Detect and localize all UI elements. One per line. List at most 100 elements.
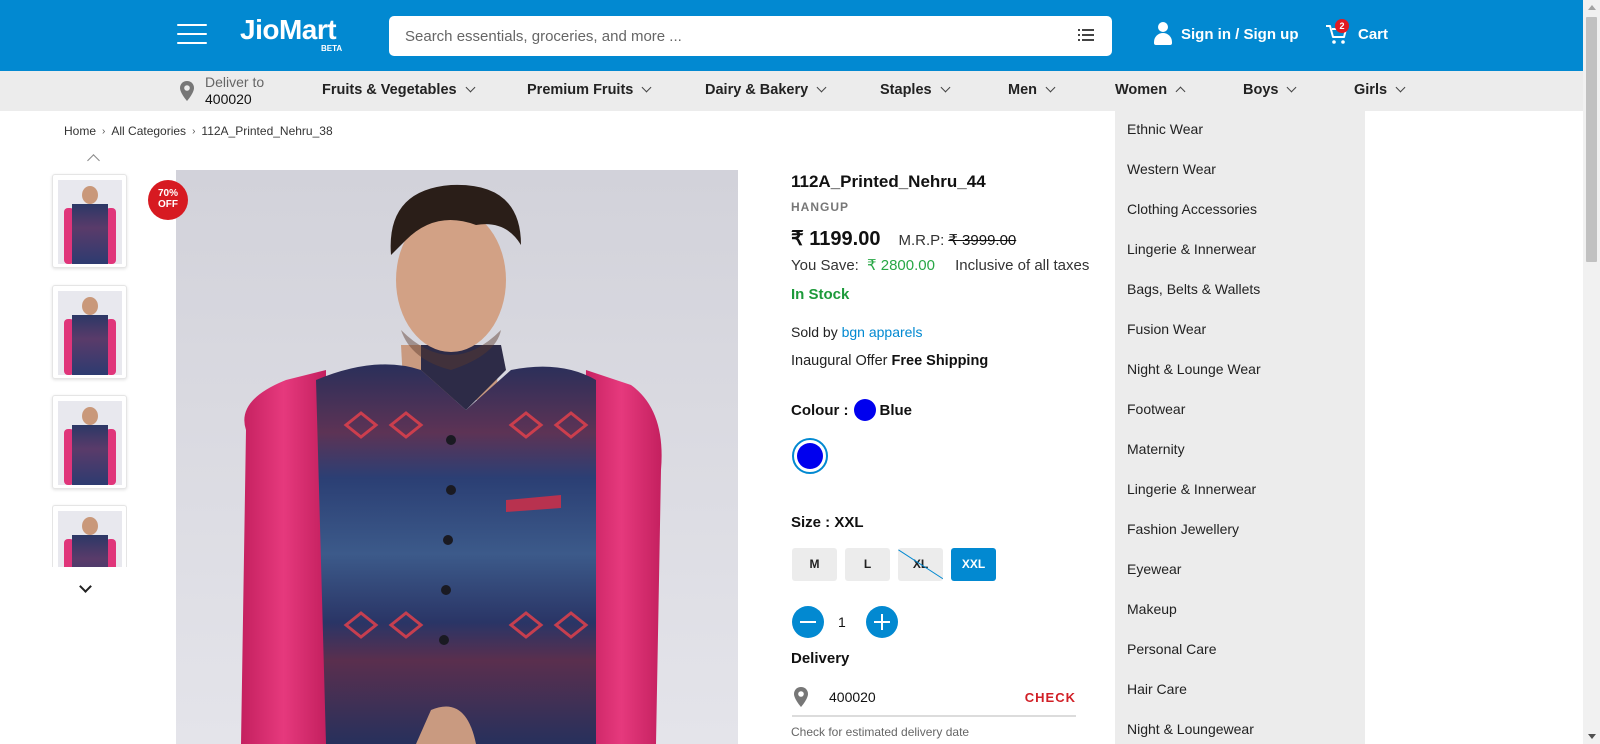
thumbnail-4[interactable] <box>52 505 127 567</box>
discount-badge: 70% OFF <box>148 180 188 220</box>
size-button-xxl[interactable]: XXL <box>951 548 996 581</box>
check-button[interactable]: CHECK <box>1025 690 1076 705</box>
scrollbar-thumb[interactable] <box>1586 17 1597 262</box>
women-menu-item[interactable]: Bags, Belts & Wallets <box>1127 281 1260 297</box>
size-label: Size : XXL <box>791 514 864 531</box>
logo-beta-tag: BETA <box>321 44 343 53</box>
delivery-label: Delivery <box>791 650 850 667</box>
thumbnail-1[interactable] <box>52 174 127 268</box>
thumbnails-up-chevron-icon[interactable] <box>87 154 100 167</box>
category-navbar: Deliver to 400020 Fruits & Vegetables Pr… <box>0 71 1583 111</box>
breadcrumb-all-categories[interactable]: All Categories <box>111 124 186 138</box>
chevron-down-icon <box>1395 82 1406 93</box>
chevron-down-icon <box>641 82 652 93</box>
delivery-pincode-input[interactable] <box>829 686 1009 708</box>
thumbnail-2[interactable] <box>52 285 127 379</box>
mrp-label: M.R.P: <box>898 232 945 249</box>
women-menu-item[interactable]: Makeup <box>1127 601 1177 617</box>
women-menu-item[interactable]: Night & Loungewear <box>1127 721 1254 737</box>
size-button-l[interactable]: L <box>845 548 890 581</box>
nav-staples[interactable]: Staples <box>880 82 951 98</box>
women-dropdown-menu: Ethnic Wear Western Wear Clothing Access… <box>1115 111 1365 744</box>
quantity-value: 1 <box>838 614 846 630</box>
colour-row: Colour : Blue <box>791 399 912 421</box>
offer-row: Inaugural Offer Free Shipping <box>791 353 988 369</box>
sold-by-label: Sold by <box>791 324 838 340</box>
women-menu-item[interactable]: Fusion Wear <box>1127 321 1206 337</box>
user-icon <box>1153 22 1173 46</box>
stock-status: In Stock <box>791 286 850 303</box>
women-menu-item[interactable]: Footwear <box>1127 401 1185 417</box>
offer-label: Inaugural Offer <box>791 353 888 369</box>
women-menu-item[interactable]: Hair Care <box>1127 681 1187 697</box>
nav-fruits-vegetables[interactable]: Fruits & Vegetables <box>322 82 476 98</box>
women-menu-item[interactable]: Fashion Jewellery <box>1127 521 1239 537</box>
deliver-pincode: 400020 <box>205 91 252 107</box>
seller-link[interactable]: bgn apparels <box>842 324 923 340</box>
breadcrumb-separator-icon: › <box>102 125 106 137</box>
chevron-down-icon <box>1045 82 1056 93</box>
savings-row: You Save: ₹ 2800.00 Inclusive of all tax… <box>791 256 1089 274</box>
scroll-up-arrow-icon[interactable] <box>1588 5 1596 10</box>
size-button-m[interactable]: M <box>792 548 837 581</box>
women-menu-item[interactable]: Clothing Accessories <box>1127 201 1257 217</box>
thumbnails-down-chevron-icon[interactable] <box>79 580 92 593</box>
price-row: ₹ 1199.00 M.R.P: ₹ 3999.00 <box>791 226 1016 251</box>
chevron-down-icon <box>940 82 951 93</box>
thumbnail-image <box>58 180 122 264</box>
breadcrumb: Home › All Categories › 112A_Printed_Neh… <box>64 124 333 138</box>
colour-label: Colour : <box>791 401 849 419</box>
women-menu-item[interactable]: Eyewear <box>1127 561 1181 577</box>
savings-amount: ₹ 2800.00 <box>867 257 935 274</box>
women-menu-item[interactable]: Maternity <box>1127 441 1185 457</box>
nav-men[interactable]: Men <box>1008 82 1056 98</box>
size-button-xl[interactable]: XL <box>898 548 943 581</box>
cart-count-badge: 2 <box>1335 19 1349 33</box>
nav-girls[interactable]: Girls <box>1354 82 1406 98</box>
scroll-down-arrow-icon[interactable] <box>1588 734 1596 739</box>
list-icon[interactable] <box>1078 29 1094 43</box>
page-scrollbar[interactable] <box>1583 0 1600 744</box>
women-menu-item[interactable]: Night & Lounge Wear <box>1127 361 1261 377</box>
main-product-image[interactable] <box>176 170 738 744</box>
chevron-down-icon <box>465 82 476 93</box>
offer-text: Free Shipping <box>891 353 989 369</box>
chevron-down-icon <box>1287 82 1297 93</box>
colour-name: Blue <box>879 401 913 419</box>
chevron-down-icon <box>816 82 827 93</box>
location-pin-icon <box>180 81 194 101</box>
sold-by: Sold by bgn apparels <box>791 324 923 340</box>
breadcrumb-separator-icon: › <box>192 125 196 137</box>
chevron-up-icon <box>1175 86 1186 97</box>
search-bar <box>389 16 1112 56</box>
nav-premium-fruits[interactable]: Premium Fruits <box>527 82 652 98</box>
women-menu-item[interactable]: Personal Care <box>1127 641 1217 657</box>
nav-dairy-bakery[interactable]: Dairy & Bakery <box>705 82 827 98</box>
hamburger-menu-icon[interactable] <box>177 24 207 46</box>
breadcrumb-home[interactable]: Home <box>64 124 96 138</box>
mrp-price: ₹ 3999.00 <box>948 232 1017 249</box>
nav-boys[interactable]: Boys <box>1243 82 1297 98</box>
thumbnail-image <box>58 291 122 375</box>
quantity-decrease-button[interactable] <box>792 606 824 638</box>
thumbnail-image <box>58 401 122 485</box>
thumbnail-3[interactable] <box>52 395 127 489</box>
jiomart-logo[interactable]: JioMart <box>240 14 337 46</box>
product-brand[interactable]: HANGUP <box>791 200 849 214</box>
cart-label: Cart <box>1358 25 1389 43</box>
tax-note: Inclusive of all taxes <box>955 257 1090 274</box>
women-menu-item[interactable]: Ethnic Wear <box>1127 121 1203 137</box>
colour-swatch-blue[interactable] <box>792 438 828 474</box>
nav-women[interactable]: Women <box>1115 82 1186 98</box>
thumbnail-clip <box>52 495 127 567</box>
deliver-to[interactable]: Deliver to 400020 <box>180 74 264 108</box>
women-menu-item[interactable]: Lingerie & Innerwear <box>1127 241 1256 257</box>
women-menu-item[interactable]: Western Wear <box>1127 161 1216 177</box>
quantity-increase-button[interactable] <box>866 606 898 638</box>
thumbnail-image <box>58 511 122 567</box>
search-input[interactable] <box>389 16 1029 56</box>
signin-button[interactable]: Sign in / Sign up <box>1153 22 1299 46</box>
cart-button[interactable]: 2 Cart <box>1325 19 1389 46</box>
deliver-label: Deliver to <box>205 74 265 90</box>
women-menu-item[interactable]: Lingerie & Innerwear <box>1127 481 1256 497</box>
